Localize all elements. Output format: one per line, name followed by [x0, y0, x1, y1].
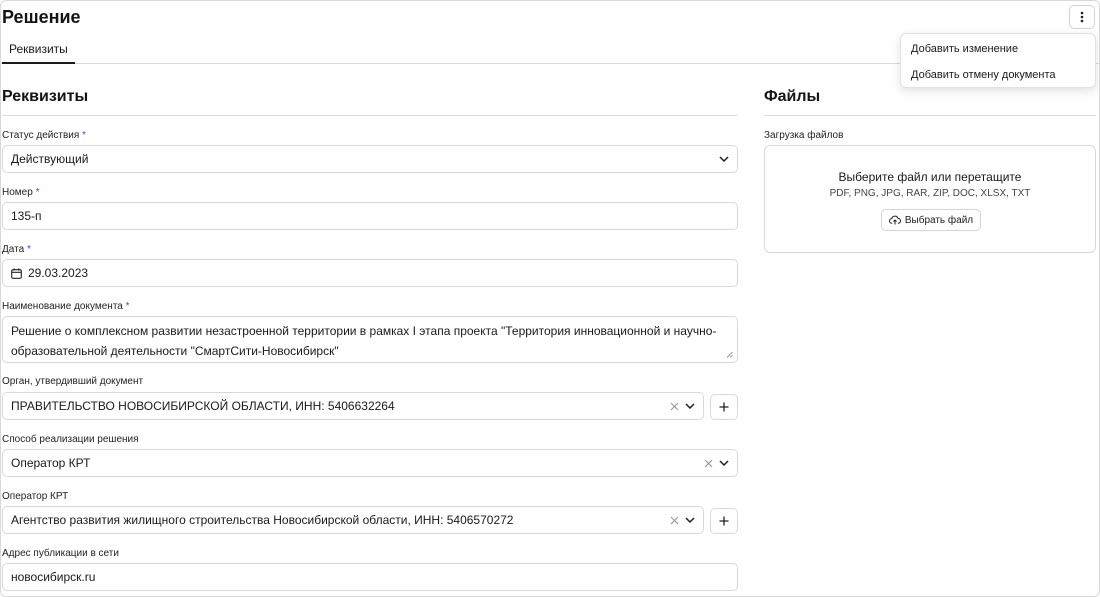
- menu-item-add-change[interactable]: Добавить изменение: [901, 36, 1097, 62]
- number-value: 135-п: [11, 209, 42, 223]
- address-input[interactable]: новосибирск.ru: [2, 563, 738, 591]
- files-divider: [764, 115, 1096, 116]
- doc-name-textarea[interactable]: Решение о комплексном развитии незастрое…: [2, 316, 738, 363]
- file-dropzone[interactable]: Выберите файл или перетащите PDF, PNG, J…: [764, 145, 1096, 253]
- authority-select[interactable]: ПРАВИТЕЛЬСТВО НОВОСИБИРСКОЙ ОБЛАСТИ, ИНН…: [2, 392, 704, 420]
- date-value: 29.03.2023: [28, 266, 89, 280]
- chevron-down-icon[interactable]: [719, 156, 729, 162]
- more-options-button[interactable]: [1069, 5, 1095, 29]
- chevron-down-icon[interactable]: [719, 460, 729, 466]
- more-vertical-icon: [1080, 11, 1084, 23]
- dropzone-formats: PDF, PNG, JPG, RAR, ZIP, DOC, XLSX, TXT: [829, 188, 1031, 199]
- choose-file-button[interactable]: Выбрать файл: [881, 209, 981, 231]
- clear-icon[interactable]: [670, 516, 679, 525]
- add-authority-button[interactable]: [710, 394, 738, 420]
- files-section-title: Файлы: [764, 88, 821, 105]
- date-label: Дата *: [2, 244, 31, 255]
- chevron-down-icon[interactable]: [685, 403, 695, 409]
- requisites-section-title: Реквизиты: [2, 88, 89, 105]
- resize-handle-icon[interactable]: [726, 351, 733, 358]
- doc-name-label: Наименование документа *: [2, 301, 130, 312]
- operator-value: Агентство развития жилищного строительст…: [11, 513, 514, 527]
- date-input[interactable]: 29.03.2023: [2, 259, 738, 287]
- clear-icon[interactable]: [704, 459, 713, 468]
- dropzone-title: Выберите файл или перетащите: [838, 170, 1022, 184]
- tab-requisites[interactable]: Реквизиты: [2, 37, 75, 64]
- context-menu: Добавить изменение Добавить отмену докум…: [900, 33, 1096, 88]
- clear-icon[interactable]: [670, 402, 679, 411]
- method-select[interactable]: Оператор КРТ: [2, 449, 738, 477]
- method-label: Способ реализации решения: [2, 434, 139, 445]
- upload-label: Загрузка файлов: [764, 130, 844, 141]
- method-value: Оператор КРТ: [11, 456, 91, 470]
- requisites-divider: [2, 115, 738, 116]
- address-label: Адрес публикации в сети: [2, 548, 119, 559]
- calendar-icon: [11, 267, 22, 279]
- address-value: новосибирск.ru: [11, 570, 96, 584]
- status-select[interactable]: Действующий: [2, 145, 738, 173]
- add-operator-button[interactable]: [710, 508, 738, 534]
- number-label: Номер *: [2, 187, 40, 198]
- authority-value: ПРАВИТЕЛЬСТВО НОВОСИБИРСКОЙ ОБЛАСТИ, ИНН…: [11, 399, 395, 413]
- status-value: Действующий: [11, 152, 89, 166]
- plus-icon: [719, 516, 729, 526]
- page-title: Решение: [2, 7, 81, 27]
- status-label: Статус действия *: [2, 130, 86, 141]
- upload-cloud-icon: [888, 215, 901, 225]
- number-input[interactable]: 135-п: [2, 202, 738, 230]
- operator-select[interactable]: Агентство развития жилищного строительст…: [2, 506, 704, 534]
- app-window: Решение Реквизиты Реквизиты Статус дейст…: [0, 0, 1100, 597]
- menu-item-add-cancellation[interactable]: Добавить отмену документа: [901, 62, 1097, 88]
- doc-name-value: Решение о комплексном развитии незастрое…: [11, 324, 717, 358]
- operator-label: Оператор КРТ: [2, 491, 69, 502]
- plus-icon: [719, 402, 729, 412]
- choose-file-label: Выбрать файл: [904, 214, 974, 226]
- chevron-down-icon[interactable]: [685, 517, 695, 523]
- authority-label: Орган, утвердивший документ: [2, 376, 144, 387]
